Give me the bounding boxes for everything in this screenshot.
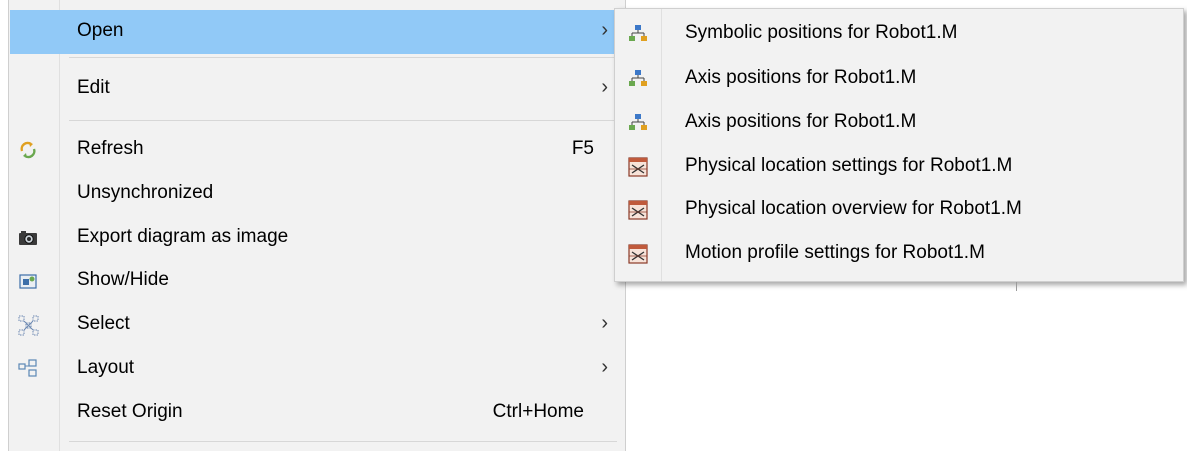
layout-icon <box>18 359 38 379</box>
submenu-item-physical-location-settings[interactable]: Physical location settings for Robot1.M <box>616 145 1182 187</box>
menu-item-shortcut: Ctrl+Home <box>492 401 584 422</box>
menu-item-refresh[interactable]: Refresh F5 <box>10 128 624 172</box>
open-submenu: Symbolic positions for Robot1.M Axis pos… <box>614 8 1184 282</box>
menu-item-label: Reset Origin <box>77 401 183 422</box>
menu-item-label: Open <box>77 20 124 41</box>
settings-table-icon <box>628 157 648 177</box>
menu-separator <box>69 57 617 58</box>
menu-separator <box>69 120 617 121</box>
menu-item-label: Layout <box>77 357 135 378</box>
submenu-item-symbolic-positions[interactable]: Symbolic positions for Robot1.M <box>616 12 1182 54</box>
submenu-item-axis-positions[interactable]: Axis positions for Robot1.M <box>616 57 1182 99</box>
context-menu: Open › Edit › Refresh F5 Unsynchronized <box>8 0 626 451</box>
canvas-edge <box>1016 282 1017 291</box>
menu-item-label: Edit <box>77 77 110 98</box>
menu-separator <box>69 441 617 442</box>
menu-item-edit[interactable]: Edit › <box>10 67 624 111</box>
menu-item-reset-origin[interactable]: Reset Origin Ctrl+Home <box>10 391 624 435</box>
submenu-arrow-icon: › <box>601 356 608 378</box>
menu-item-shortcut: F5 <box>571 138 594 159</box>
submenu-arrow-icon: › <box>601 312 608 334</box>
submenu-item-label: Motion profile settings for Robot1.M <box>685 242 985 263</box>
show-hide-icon <box>18 271 38 291</box>
menu-item-label: Select <box>77 313 130 334</box>
submenu-item-axis-positions[interactable]: Axis positions for Robot1.M <box>616 101 1182 143</box>
hierarchy-icon <box>628 24 648 44</box>
camera-icon <box>18 228 38 248</box>
menu-item-label: Unsynchronized <box>77 182 214 203</box>
hierarchy-icon <box>628 69 648 89</box>
settings-table-icon <box>628 200 648 220</box>
submenu-item-label: Physical location overview for Robot1.M <box>685 198 1022 219</box>
submenu-item-label: Symbolic positions for Robot1.M <box>685 22 958 43</box>
submenu-item-label: Axis positions for Robot1.M <box>685 111 917 132</box>
menu-item-select[interactable]: Select › <box>10 303 624 347</box>
menu-item-label: Export diagram as image <box>77 226 289 247</box>
menu-item-export-diagram[interactable]: Export diagram as image <box>10 216 624 260</box>
select-icon <box>18 315 39 336</box>
submenu-arrow-icon: › <box>601 76 608 98</box>
settings-table-icon <box>628 244 648 264</box>
menu-item-show-hide[interactable]: Show/Hide <box>10 259 624 303</box>
menu-item-unsynchronized[interactable]: Unsynchronized <box>10 172 624 216</box>
refresh-icon <box>18 140 38 160</box>
menu-item-open[interactable]: Open › <box>10 10 624 54</box>
menu-item-layout[interactable]: Layout › <box>10 347 624 391</box>
menu-item-label: Show/Hide <box>77 269 169 290</box>
submenu-item-motion-profile-settings[interactable]: Motion profile settings for Robot1.M <box>616 232 1182 274</box>
submenu-arrow-icon: › <box>601 19 608 41</box>
submenu-item-label: Axis positions for Robot1.M <box>685 67 917 88</box>
hierarchy-icon <box>628 113 648 133</box>
submenu-item-label: Physical location settings for Robot1.M <box>685 155 1013 176</box>
menu-item-label: Refresh <box>77 138 144 159</box>
submenu-item-physical-location-overview[interactable]: Physical location overview for Robot1.M <box>616 188 1182 230</box>
